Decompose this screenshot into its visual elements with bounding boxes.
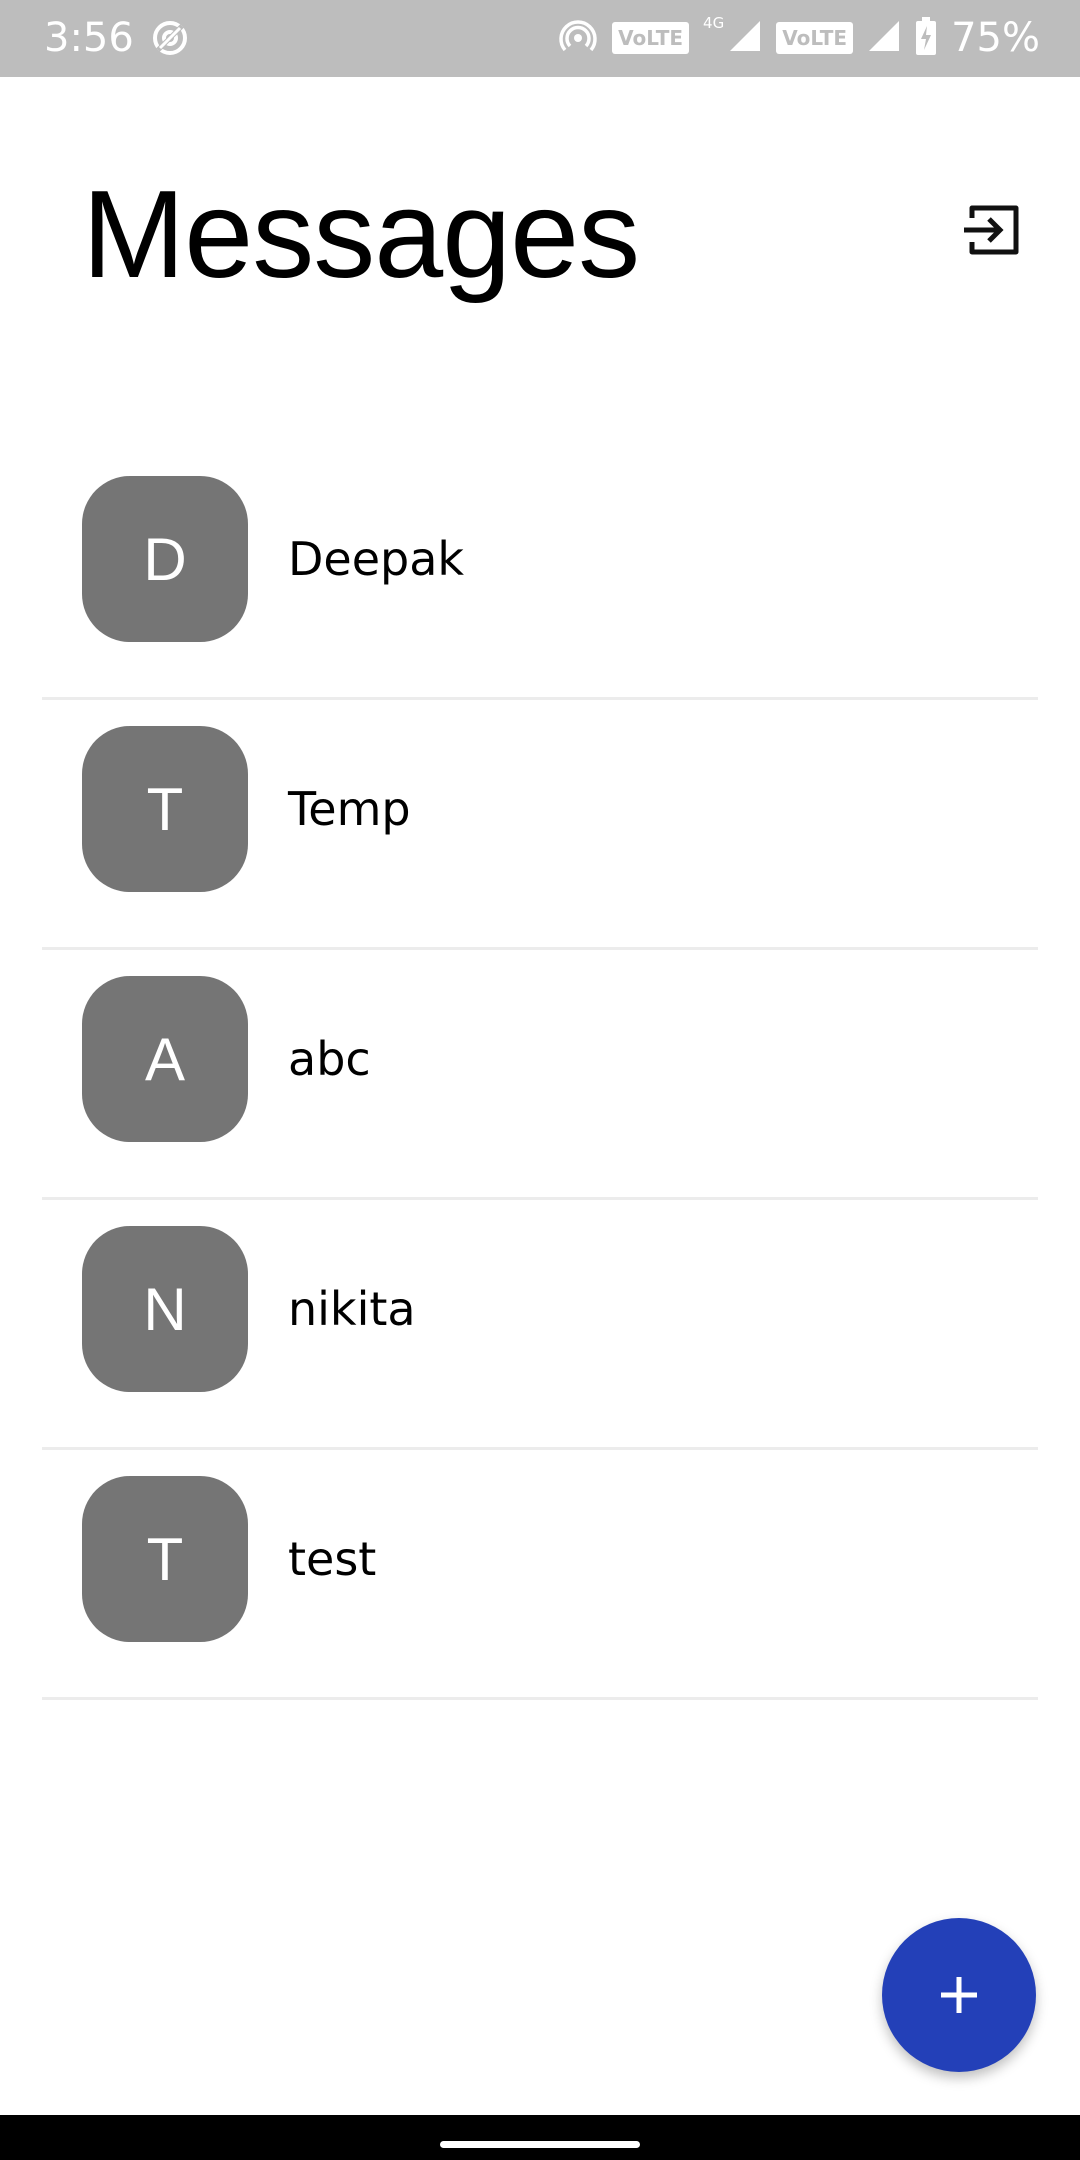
navigation-bar: [0, 2115, 1080, 2160]
conversation-name: test: [288, 1532, 377, 1586]
logout-icon: [964, 205, 1019, 255]
conversation-item[interactable]: T Temp: [0, 700, 1080, 950]
conversation-name: nikita: [288, 1282, 416, 1336]
data-saver-icon: [150, 18, 190, 58]
avatar: A: [82, 976, 248, 1142]
conversation-list: D Deepak T Temp A abc N nikita T test: [0, 450, 1080, 1700]
status-bar: 3:56 VoLTE 4G VoLTE 75%: [0, 0, 1080, 77]
conversation-item[interactable]: N nikita: [0, 1200, 1080, 1450]
home-gesture-handle[interactable]: [440, 2141, 640, 2148]
volte-badge-2: VoLTE: [776, 22, 854, 54]
battery-charging-icon: [915, 16, 937, 60]
new-message-button[interactable]: [882, 1918, 1036, 2072]
conversation-item[interactable]: A abc: [0, 950, 1080, 1200]
status-icons: VoLTE 4G VoLTE 75%: [558, 12, 1040, 64]
avatar: T: [82, 726, 248, 892]
signal-icon: [728, 19, 762, 57]
volte-badge-1: VoLTE: [612, 22, 690, 54]
page-title: Messages: [82, 166, 640, 304]
signal-icon: [867, 19, 901, 57]
hotspot-icon: [558, 16, 598, 60]
conversation-name: abc: [288, 1032, 371, 1086]
messages-screen: 3:56 VoLTE 4G VoLTE 75% Messages D Deepa…: [0, 0, 1080, 2160]
plus-icon: [941, 1977, 977, 2013]
network-type-label: 4G: [703, 14, 725, 32]
conversation-item[interactable]: D Deepak: [0, 450, 1080, 700]
avatar: T: [82, 1476, 248, 1642]
conversation-item[interactable]: T test: [0, 1450, 1080, 1700]
avatar: D: [82, 476, 248, 642]
conversation-name: Temp: [288, 782, 411, 836]
conversation-name: Deepak: [288, 532, 465, 586]
battery-percent: 75%: [951, 15, 1040, 61]
status-time: 3:56: [44, 15, 134, 61]
divider: [42, 1697, 1038, 1700]
logout-button[interactable]: [962, 202, 1022, 258]
avatar: N: [82, 1226, 248, 1392]
